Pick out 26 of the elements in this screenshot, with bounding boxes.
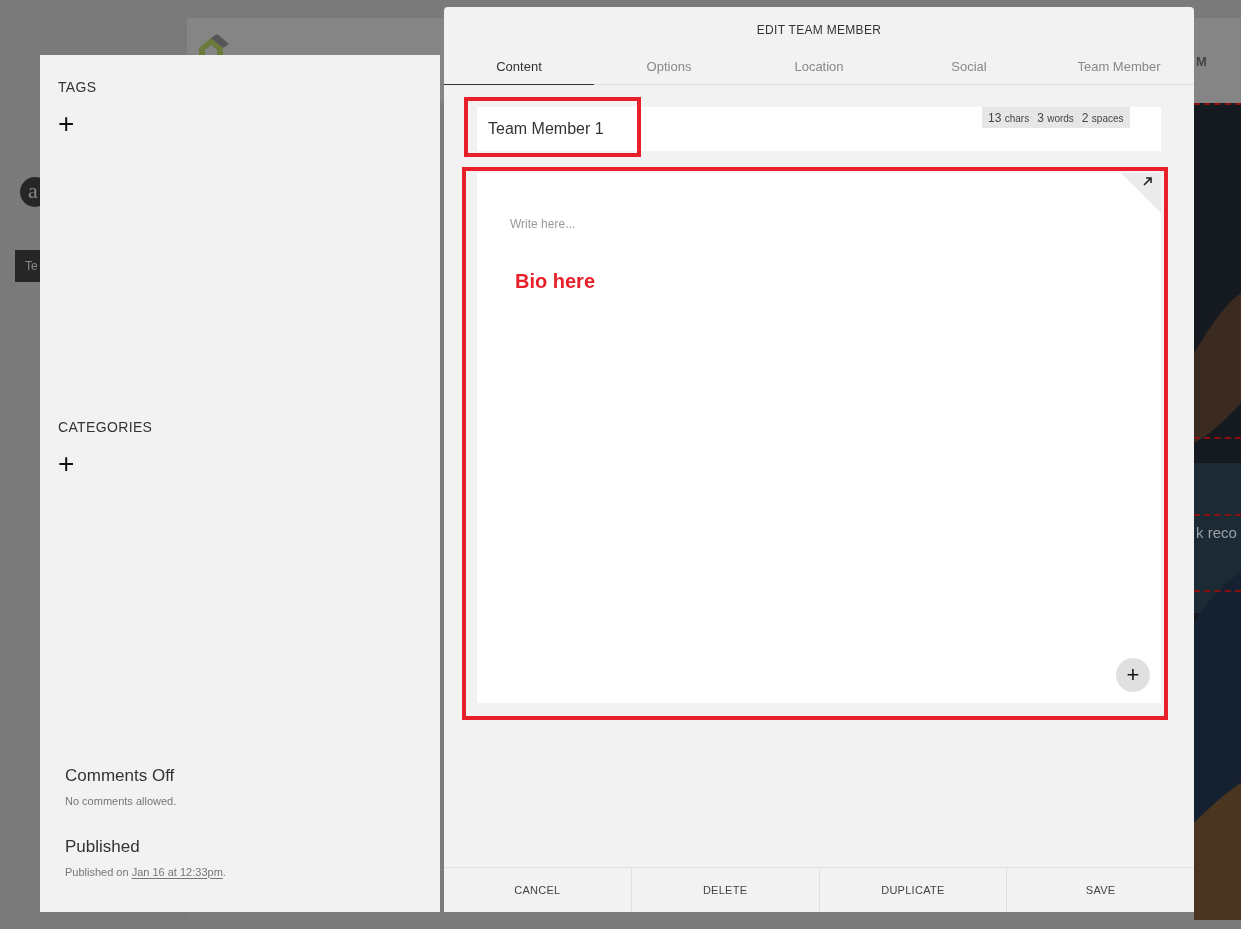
- setting-title: Comments Off: [65, 765, 176, 787]
- tab[interactable]: Content: [444, 50, 594, 85]
- footer-button[interactable]: DUPLICATE: [818, 868, 1007, 912]
- editor-placeholder: Write here...: [510, 216, 576, 233]
- page-button[interactable]: Te: [15, 250, 40, 282]
- count-label: 2 spaces: [1081, 109, 1124, 127]
- count-label: 13 chars: [988, 109, 1030, 127]
- add-block-button[interactable]: +: [1116, 658, 1150, 692]
- footer-button[interactable]: DELETE: [630, 868, 819, 912]
- hero-text: k reco: [1196, 523, 1237, 543]
- date-link[interactable]: Jan 16 at 12:33pm: [131, 865, 223, 878]
- section-heading: TAGS: [58, 78, 97, 97]
- add-button[interactable]: +: [58, 450, 80, 478]
- title-field[interactable]: Team Member 1 13 chars 3 words 2 spaces: [477, 107, 1161, 151]
- expand-icon[interactable]: [1121, 173, 1161, 213]
- setting-description: No comments allowed.: [65, 793, 177, 809]
- footer-button[interactable]: CANCEL: [444, 868, 631, 912]
- section-heading: CATEGORIES: [58, 418, 153, 437]
- field-value: Team Member 1: [487, 119, 604, 139]
- dialog-title: EDIT TEAM MEMBER: [755, 22, 883, 39]
- footer-button[interactable]: SAVE: [1006, 868, 1194, 912]
- annotation-text: Bio here: [515, 269, 596, 294]
- setting-title: Published: [65, 836, 141, 858]
- setting-description: Published on Jan 16 at 12:33pm.: [65, 864, 226, 880]
- count-label: 3 words: [1037, 109, 1074, 127]
- add-button[interactable]: +: [58, 110, 80, 138]
